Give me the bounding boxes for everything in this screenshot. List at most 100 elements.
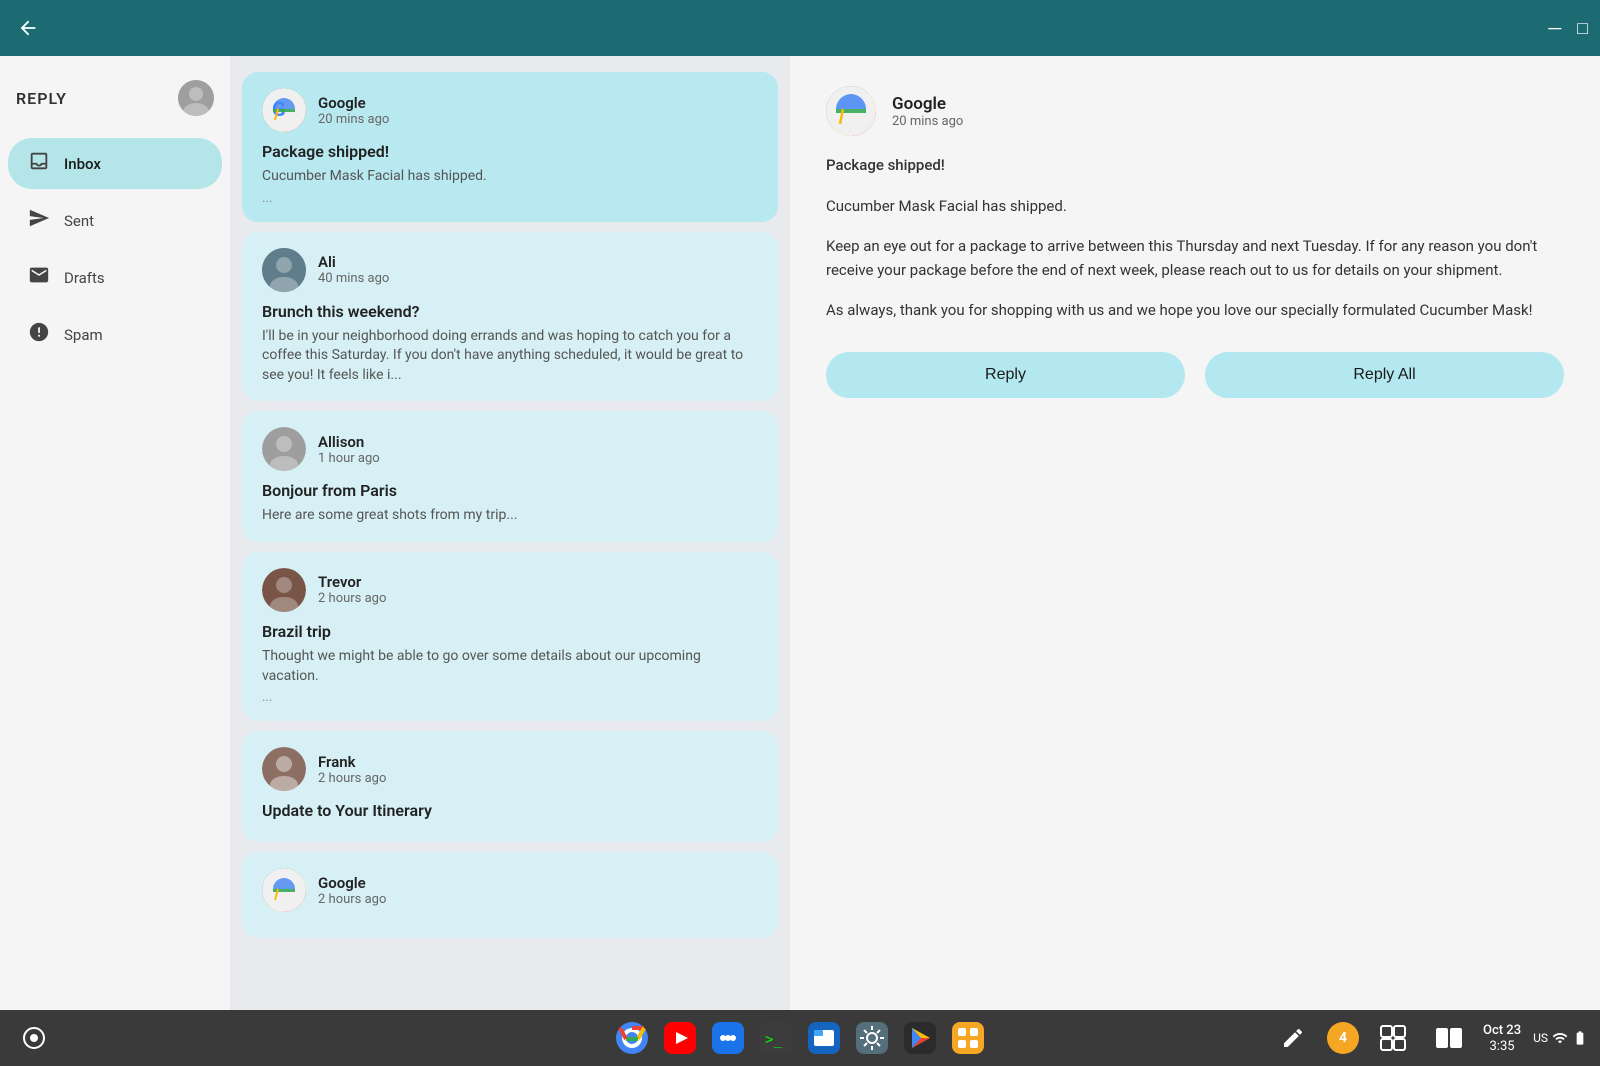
sidebar-item-sent-label: Sent — [64, 212, 94, 230]
email-header-5: Frank 2 hours ago — [262, 747, 758, 791]
detail-header: Google 20 mins ago — [826, 86, 1564, 136]
email-avatar-4 — [262, 568, 306, 612]
detail-subject: Package shipped! — [826, 156, 1564, 174]
sidebar-item-spam-label: Spam — [64, 326, 103, 344]
taskbar-square-icon[interactable] — [1371, 1016, 1415, 1060]
sent-icon — [28, 207, 50, 234]
taskbar-playstore-icon[interactable] — [898, 1016, 942, 1060]
email-sender-2: Ali — [318, 253, 389, 271]
email-header-3: Allison 1 hour ago — [262, 427, 758, 471]
main-container: REPLY Inbox — [0, 56, 1600, 1010]
email-time-5: 2 hours ago — [318, 771, 386, 786]
sidebar-item-sent[interactable]: Sent — [8, 195, 222, 246]
email-meta-4: Trevor 2 hours ago — [318, 573, 386, 606]
sidebar-item-drafts[interactable]: Drafts — [8, 252, 222, 303]
email-subject-5: Update to Your Itinerary — [262, 801, 758, 820]
taskbar-chrome-icon[interactable] — [610, 1016, 654, 1060]
email-meta-6: Google 2 hours ago — [318, 874, 386, 907]
email-header-4: Trevor 2 hours ago — [262, 568, 758, 612]
wifi-icon — [1552, 1030, 1568, 1046]
taskbar-date: Oct 23 — [1483, 1023, 1521, 1038]
email-subject-4: Brazil trip — [262, 622, 758, 641]
email-subject-3: Bonjour from Paris — [262, 481, 758, 500]
taskbar-status: US — [1533, 1030, 1588, 1046]
spam-icon — [28, 321, 50, 348]
taskbar-right: 4 Oct 23 3:35 US — [1271, 1016, 1588, 1060]
email-sender-1: Google — [318, 94, 389, 112]
sidebar-item-spam[interactable]: Spam — [8, 309, 222, 360]
taskbar-files-icon[interactable] — [802, 1016, 846, 1060]
email-item-1[interactable]: G Google 20 mins ago Package shipped! Cu… — [242, 72, 778, 222]
inbox-icon — [28, 150, 50, 177]
sidebar-title: REPLY — [16, 89, 67, 108]
taskbar-split-icon[interactable] — [1427, 1016, 1471, 1060]
sidebar-item-inbox-label: Inbox — [64, 155, 101, 173]
avatar[interactable] — [178, 80, 214, 116]
taskbar-date-time: Oct 23 3:35 — [1483, 1023, 1521, 1054]
email-preview-3: Here are some great shots from my trip..… — [262, 506, 758, 526]
maximize-button[interactable]: □ — [1577, 18, 1588, 39]
window-controls: ─ □ — [1548, 18, 1588, 39]
svg-text:>_: >_ — [765, 1032, 782, 1048]
sidebar-nav: Inbox Sent Drafts — [0, 136, 230, 362]
email-subject-1: Package shipped! — [262, 142, 758, 161]
email-item-5[interactable]: Frank 2 hours ago Update to Your Itinera… — [242, 731, 778, 842]
email-meta-1: Google 20 mins ago — [318, 94, 389, 127]
taskbar-settings-icon[interactable] — [850, 1016, 894, 1060]
email-sender-4: Trevor — [318, 573, 386, 591]
email-avatar-3 — [262, 427, 306, 471]
taskbar-badge-icon[interactable]: 4 — [1327, 1022, 1359, 1054]
battery-icon — [1572, 1030, 1588, 1046]
email-item-3[interactable]: Allison 1 hour ago Bonjour from Paris He… — [242, 411, 778, 542]
email-time-4: 2 hours ago — [318, 591, 386, 606]
email-avatar-6 — [262, 868, 306, 912]
back-button[interactable] — [12, 12, 44, 44]
sidebar-item-inbox[interactable]: Inbox — [8, 138, 222, 189]
email-detail: Google 20 mins ago Package shipped! Cucu… — [790, 56, 1600, 1010]
detail-actions: Reply Reply All — [826, 352, 1564, 398]
taskbar-terminal-icon[interactable]: >_ — [754, 1016, 798, 1060]
email-meta-5: Frank 2 hours ago — [318, 753, 386, 786]
email-list: G Google 20 mins ago Package shipped! Cu… — [230, 56, 790, 1010]
sidebar: REPLY Inbox — [0, 56, 230, 1010]
taskbar-apps-icon[interactable] — [946, 1016, 990, 1060]
email-meta-2: Ali 40 mins ago — [318, 253, 389, 286]
email-sender-6: Google — [318, 874, 386, 892]
reply-all-button[interactable]: Reply All — [1205, 352, 1564, 398]
email-avatar-2 — [262, 248, 306, 292]
email-item-2[interactable]: Ali 40 mins ago Brunch this weekend? I'l… — [242, 232, 778, 402]
minimize-button[interactable]: ─ — [1548, 18, 1561, 39]
email-sender-3: Allison — [318, 433, 380, 451]
taskbar-region: US — [1533, 1031, 1548, 1045]
email-header-1: G Google 20 mins ago — [262, 88, 758, 132]
taskbar-camera-icon[interactable] — [12, 1016, 56, 1060]
email-header-2: Ali 40 mins ago — [262, 248, 758, 292]
email-meta-3: Allison 1 hour ago — [318, 433, 380, 466]
email-item-6[interactable]: Google 2 hours ago — [242, 852, 778, 938]
email-header-6: Google 2 hours ago — [262, 868, 758, 912]
taskbar-time: 3:35 — [1490, 1039, 1515, 1054]
title-bar: ─ □ — [0, 0, 1600, 56]
sidebar-item-drafts-label: Drafts — [64, 269, 105, 287]
taskbar: >_ — [0, 1010, 1600, 1066]
taskbar-messages-icon[interactable] — [706, 1016, 750, 1060]
email-avatar-1: G — [262, 88, 306, 132]
email-preview-4: Thought we might be able to go over some… — [262, 647, 758, 686]
drafts-icon — [28, 264, 50, 291]
detail-body-1: Cucumber Mask Facial has shipped. — [826, 194, 1564, 218]
email-item-4[interactable]: Trevor 2 hours ago Brazil trip Thought w… — [242, 552, 778, 721]
detail-meta: Google 20 mins ago — [892, 94, 963, 129]
email-preview-2: I'll be in your neighborhood doing erran… — [262, 327, 758, 386]
email-sender-5: Frank — [318, 753, 386, 771]
taskbar-youtube-icon[interactable] — [658, 1016, 702, 1060]
email-avatar-5 — [262, 747, 306, 791]
taskbar-pen-icon[interactable] — [1271, 1016, 1315, 1060]
detail-time: 20 mins ago — [892, 114, 963, 129]
detail-avatar — [826, 86, 876, 136]
detail-sender: Google — [892, 94, 963, 114]
reply-button[interactable]: Reply — [826, 352, 1185, 398]
taskbar-left — [12, 1016, 56, 1060]
email-dots-1: ... — [262, 191, 758, 206]
email-time-3: 1 hour ago — [318, 451, 380, 466]
email-time-1: 20 mins ago — [318, 112, 389, 127]
